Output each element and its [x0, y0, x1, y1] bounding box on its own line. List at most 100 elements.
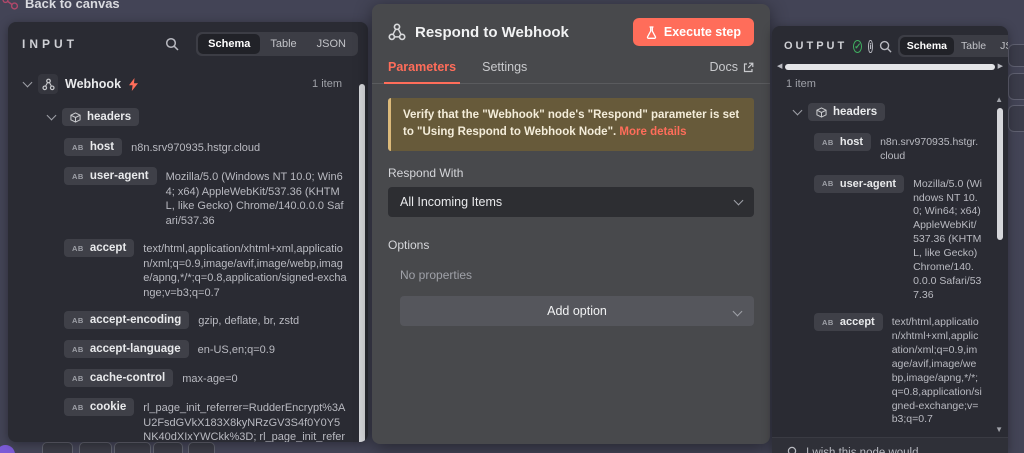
- notice-text: Verify that the "Webhook" node's "Respon…: [403, 109, 739, 138]
- field-key-pill[interactable]: ABaccept-encoding: [64, 311, 189, 329]
- input-panel-header: INPUT SchemaTableJSON: [8, 22, 368, 64]
- canvas-node-stub[interactable]: [1008, 44, 1024, 67]
- view-tab-table[interactable]: Table: [954, 37, 993, 55]
- input-headers-row[interactable]: headers: [48, 108, 354, 126]
- field-value: text/html,application/xhtml+xml,applicat…: [143, 239, 348, 300]
- view-tab-schema[interactable]: Schema: [198, 34, 260, 54]
- chevron-down-icon[interactable]: [793, 106, 803, 116]
- verify-webhook-notice: Verify that the "Webhook" node's "Respon…: [388, 98, 754, 151]
- dialog-tabs: Parameters Settings Docs: [372, 54, 770, 84]
- schema-field-row: ABuser-agentMozilla/5.0 (Windows NT 10.0…: [814, 175, 982, 303]
- respond-with-select[interactable]: All Incoming Items: [388, 187, 754, 217]
- string-type-icon: AB: [72, 374, 84, 383]
- input-panel: INPUT SchemaTableJSON Webhook 1 item hea…: [8, 22, 368, 442]
- view-tab-table[interactable]: Table: [260, 34, 306, 54]
- string-type-icon: AB: [72, 172, 84, 181]
- output-horizontal-scrollbar[interactable]: ◀ ▶: [772, 63, 1008, 70]
- headers-group-pill[interactable]: headers: [62, 108, 139, 126]
- chevron-down-icon[interactable]: [47, 111, 57, 121]
- string-type-icon: AB: [72, 345, 84, 354]
- field-key-pill[interactable]: AB user-agent: [814, 175, 904, 193]
- respond-webhook-node-icon: [388, 23, 406, 41]
- string-type-icon: AB: [72, 143, 84, 152]
- canvas-pill-stub: [42, 442, 73, 453]
- execute-step-label: Execute step: [664, 25, 741, 39]
- field-key: cache-control: [90, 372, 165, 384]
- workflow-nodes-icon: [2, 0, 19, 12]
- info-icon[interactable]: i: [868, 40, 872, 53]
- field-key: host: [90, 141, 114, 153]
- field-value: en-US,en;q=0.9: [198, 340, 348, 358]
- scroll-right-arrow-icon[interactable]: ▶: [998, 63, 1003, 70]
- output-schema-fields: AB host n8n.srv970935.hstgr.cloud AB user-ag…: [814, 133, 982, 453]
- output-view-tabs: SchemaTableJSON: [898, 35, 1008, 57]
- tab-settings[interactable]: Settings: [482, 60, 527, 83]
- headers-group-pill[interactable]: headers: [808, 103, 885, 121]
- headers-group-label: headers: [87, 111, 131, 123]
- scroll-down-arrow-icon[interactable]: ▼: [995, 426, 1003, 434]
- options-empty-text: No properties: [400, 268, 754, 282]
- scrollbar-thumb[interactable]: [785, 64, 994, 70]
- search-icon[interactable]: [164, 36, 180, 52]
- trigger-bolt-icon: [128, 78, 139, 91]
- input-view-tabs: SchemaTableJSON: [196, 32, 358, 56]
- field-key: user-agent: [840, 178, 896, 190]
- field-value: n8n.srv970935.hstgr.cloud: [880, 133, 982, 164]
- tab-parameters[interactable]: Parameters: [388, 60, 456, 83]
- schema-field-row: ABuser-agentMozilla/5.0 (Windows NT 10.0…: [64, 167, 348, 228]
- field-key-pill[interactable]: AB host: [64, 138, 122, 156]
- dialog-title: Respond to Webhook: [415, 24, 569, 41]
- input-node-name: Webhook: [65, 77, 121, 91]
- output-item-count: 1 item: [786, 78, 996, 90]
- chat-help-bubble[interactable]: [0, 445, 15, 453]
- view-tab-json[interactable]: JSON: [993, 37, 1008, 55]
- scroll-up-arrow-icon[interactable]: ▲: [995, 96, 1003, 104]
- execute-step-button[interactable]: Execute step: [633, 18, 754, 46]
- view-tab-json[interactable]: JSON: [307, 34, 356, 54]
- string-type-icon: AB: [822, 138, 834, 147]
- field-key: user-agent: [90, 170, 149, 182]
- lightbulb-icon: [786, 446, 798, 453]
- field-key-pill[interactable]: AB cache-control: [64, 369, 173, 387]
- back-to-canvas-button[interactable]: Back to canvas: [2, 0, 120, 15]
- dialog-header: Respond to Webhook Execute step: [372, 4, 770, 54]
- field-key-pill[interactable]: AB user-agent: [64, 167, 157, 185]
- flask-icon: [646, 26, 657, 39]
- scroll-left-arrow-icon[interactable]: ◀: [777, 63, 782, 70]
- canvas-node-stub[interactable]: [1008, 73, 1024, 100]
- schema-field-row: ABhostn8n.srv970935.hstgr.cloud: [64, 138, 348, 156]
- canvas-node-stub[interactable]: [1008, 105, 1024, 132]
- field-key-pill[interactable]: ABaccept-language: [64, 340, 189, 358]
- search-icon[interactable]: [879, 38, 892, 54]
- field-key-pill[interactable]: ABcookie: [64, 398, 134, 416]
- canvas-pill-stub: [153, 442, 183, 453]
- string-type-icon: AB: [822, 179, 834, 188]
- docs-link[interactable]: Docs: [710, 60, 754, 83]
- field-key: host: [840, 136, 863, 148]
- object-cube-icon: [70, 112, 81, 123]
- string-type-icon: AB: [72, 244, 84, 253]
- add-option-button[interactable]: Add option: [400, 296, 754, 326]
- more-details-link[interactable]: More details: [619, 126, 686, 138]
- string-type-icon: AB: [822, 318, 834, 327]
- string-type-icon: AB: [72, 316, 84, 325]
- field-value: gzip, deflate, br, zstd: [198, 311, 348, 329]
- input-scrollbar[interactable]: [359, 84, 365, 442]
- headers-group-label: headers: [833, 106, 877, 118]
- schema-field-row: AB host n8n.srv970935.hstgr.cloud: [814, 133, 982, 164]
- field-value: rl_page_init_referrer=RudderEncrypt%3AU2…: [143, 398, 348, 442]
- field-key-pill[interactable]: ABaccept: [64, 239, 134, 257]
- field-key-pill[interactable]: ABaccept: [814, 313, 883, 331]
- canvas-pill-stub: [79, 442, 112, 453]
- input-node-row[interactable]: Webhook 1 item: [24, 74, 354, 94]
- view-tab-schema[interactable]: Schema: [900, 37, 954, 55]
- chevron-down-icon[interactable]: [23, 78, 33, 88]
- output-scrollbar[interactable]: [997, 108, 1003, 240]
- schema-field-row: ABcookie rl_page_init_referrer=RudderEncr…: [64, 398, 348, 442]
- schema-field-row: ABaccepttext/html,application/xhtml+xml,…: [814, 313, 982, 427]
- respond-with-label: Respond With: [388, 166, 754, 180]
- output-headers-row[interactable]: headers: [794, 103, 996, 121]
- field-key-pill[interactable]: AB host: [814, 133, 871, 151]
- external-link-icon: [743, 62, 754, 73]
- node-feedback-bar[interactable]: I wish this node would...: [772, 437, 1008, 453]
